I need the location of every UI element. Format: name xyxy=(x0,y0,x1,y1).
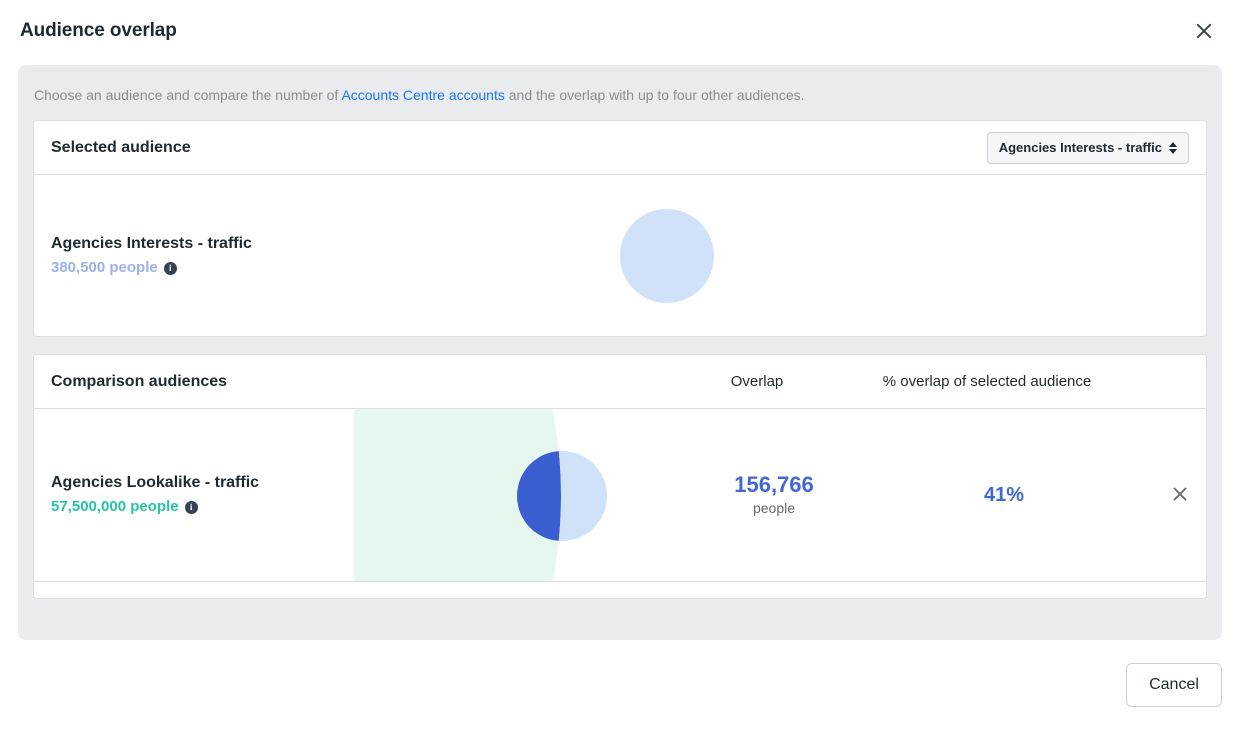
comparison-audiences-card-header: Comparison audiences Overlap % overlap o… xyxy=(34,355,1206,409)
add-another-audience-label: Add another audience xyxy=(543,598,680,599)
overlap-unit: people xyxy=(752,500,796,516)
close-icon xyxy=(1194,21,1214,41)
comparison-audience-venn xyxy=(354,409,694,581)
table-row: Agencies Lookalike - traffic 57,500,000 … xyxy=(34,409,1206,582)
comparison-audience-count-text: 57,500,000 people xyxy=(51,498,179,515)
overlap-value-cell: 156,766 people xyxy=(694,472,854,518)
selected-audience-name: Agencies Interests - traffic xyxy=(51,235,252,252)
selected-audience-venn xyxy=(354,175,1206,336)
up-down-chevron-icon xyxy=(1169,141,1177,154)
accounts-centre-link[interactable]: Accounts Centre accounts xyxy=(341,87,504,103)
info-icon[interactable]: i xyxy=(163,261,177,275)
description-suffix: and the overlap with up to four other au… xyxy=(504,87,805,103)
close-dialog-button[interactable] xyxy=(1188,15,1220,47)
selected-audience-row: Agencies Interests - traffic 380,500 peo… xyxy=(34,175,1206,336)
comparison-audiences-title: Comparison audiences xyxy=(51,372,228,390)
audience-select-dropdown[interactable]: Agencies Interests - traffic xyxy=(986,131,1189,164)
remove-audience-button[interactable] xyxy=(1165,480,1195,510)
selected-audience-count-text: 380,500 people xyxy=(51,259,158,276)
remove-cell xyxy=(1154,480,1206,510)
comparison-audiences-card: Comparison audiences Overlap % overlap o… xyxy=(33,354,1207,599)
selected-audience-card-header: Selected audience Agencies Interests - t… xyxy=(34,121,1206,175)
dialog-footer: Cancel xyxy=(0,640,1240,730)
panel-description: Choose an audience and compare the numbe… xyxy=(18,65,1222,105)
audience-select-value: Agencies Interests - traffic xyxy=(998,140,1162,155)
comparison-audience-name: Agencies Lookalike - traffic xyxy=(51,474,260,491)
selected-audience-info: Agencies Interests - traffic 380,500 peo… xyxy=(34,233,354,279)
column-header-overlap: Overlap xyxy=(730,373,784,390)
percent-overlap-value: 41% xyxy=(983,483,1025,506)
column-header-percent-overlap: % overlap of selected audience xyxy=(882,373,1092,390)
selected-audience-title: Selected audience xyxy=(51,138,191,156)
overlap-panel: Choose an audience and compare the numbe… xyxy=(18,65,1222,640)
comparison-audience-info: Agencies Lookalike - traffic 57,500,000 … xyxy=(34,472,354,518)
cancel-button[interactable]: Cancel xyxy=(1126,663,1222,707)
audience-overlap-dialog: Audience overlap Choose an audience and … xyxy=(0,0,1240,730)
comparison-audience-count: 57,500,000 people i xyxy=(51,496,354,518)
page-title: Audience overlap xyxy=(20,20,177,41)
dialog-header: Audience overlap xyxy=(0,0,1240,62)
info-icon[interactable]: i xyxy=(184,500,198,514)
selected-audience-count: 380,500 people i xyxy=(51,257,354,279)
overlap-count: 156,766 xyxy=(734,472,814,497)
add-another-audience-button[interactable]: Add another audience xyxy=(34,582,1206,599)
description-prefix: Choose an audience and compare the numbe… xyxy=(34,87,342,103)
selected-audience-card: Selected audience Agencies Interests - t… xyxy=(33,120,1207,337)
close-icon xyxy=(1171,485,1189,506)
